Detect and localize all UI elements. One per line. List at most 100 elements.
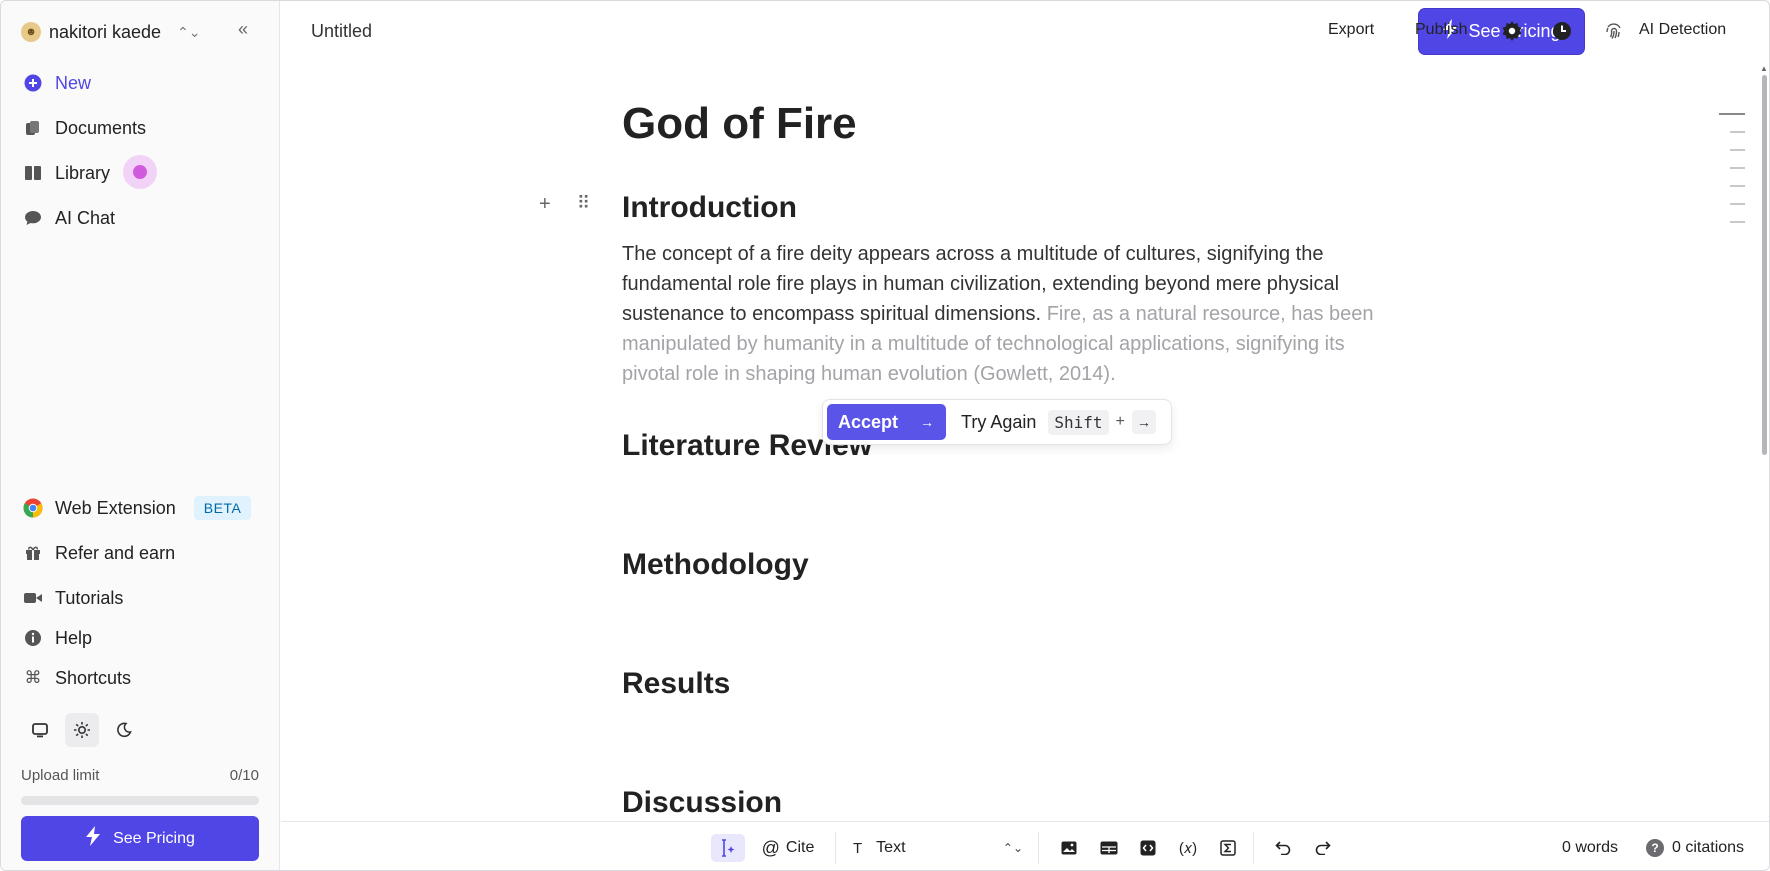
sidebar-item-label: Tutorials — [55, 587, 124, 608]
sidebar-item-label: Web Extension — [55, 497, 176, 518]
toolbar-divider — [1253, 832, 1254, 864]
user-name: nakitori kaede — [49, 21, 162, 42]
toc-marker[interactable] — [1730, 221, 1745, 223]
user-avatar: ☻ — [21, 22, 41, 42]
sidebar-item-tutorials[interactable]: Tutorials — [23, 584, 123, 612]
user-switcher[interactable]: ☻ nakitori kaede ⌃⌄ — [21, 19, 201, 45]
try-again-button[interactable]: Try Again — [961, 412, 1036, 433]
document-title-field[interactable]: Untitled — [311, 21, 372, 42]
image-icon[interactable] — [1055, 834, 1083, 862]
toc-marker[interactable] — [1730, 149, 1745, 151]
section-heading-discussion[interactable]: Discussion — [622, 786, 782, 820]
block-type-select[interactable]: T Text ⌃⌄ — [853, 834, 1023, 862]
document-heading[interactable]: God of Fire — [622, 99, 857, 149]
sidebar-item-ai-chat[interactable]: AI Chat — [23, 204, 115, 232]
sidebar-item-new[interactable]: New — [23, 69, 91, 97]
add-block-icon[interactable]: + — [539, 193, 551, 216]
monitor-icon[interactable] — [23, 713, 57, 747]
toc-marker[interactable] — [1730, 185, 1745, 187]
section-heading-results[interactable]: Results — [622, 667, 730, 701]
sidebar-item-refer[interactable]: Refer and earn — [23, 539, 175, 567]
key-combo-plus: + — [1115, 413, 1125, 430]
sidebar-item-label: AI Chat — [55, 207, 116, 228]
sidebar: ☻ nakitori kaede ⌃⌄ « New Documents Libr… — [1, 1, 280, 870]
toc-marker[interactable] — [1730, 131, 1745, 133]
book-icon — [23, 166, 43, 180]
sidebar-item-documents[interactable]: Documents — [23, 114, 146, 142]
scroll-up-arrow-icon[interactable]: ▲ — [1760, 64, 1768, 73]
cite-label: Cite — [785, 839, 815, 856]
section-heading-methodology[interactable]: Methodology — [622, 548, 809, 582]
gear-icon[interactable] — [1500, 19, 1524, 43]
sun-icon[interactable] — [65, 713, 99, 747]
see-pricing-label: See Pricing — [113, 829, 195, 847]
word-count: 0 words — [1562, 839, 1619, 856]
toolbar-divider — [1038, 832, 1039, 864]
at-sign-icon: @ — [761, 837, 780, 858]
toc-marker[interactable] — [1730, 203, 1745, 205]
history-clock-icon[interactable] — [1550, 19, 1574, 43]
accept-label: Accept — [838, 411, 899, 432]
top-bar: Untitled See Pricing Export Publish AI D… — [281, 1, 1769, 61]
question-icon: ? — [1646, 839, 1664, 857]
moon-icon[interactable] — [107, 713, 141, 747]
section-heading-introduction[interactable]: Introduction — [622, 191, 797, 225]
toc-marker[interactable] — [1730, 167, 1745, 169]
undo-icon[interactable] — [1269, 834, 1297, 862]
equation-icon[interactable] — [1214, 834, 1242, 862]
citations-counter[interactable]: ? 0 citations — [1646, 834, 1744, 862]
drag-handle-icon[interactable]: ⠿ — [577, 193, 590, 214]
arrow-right-key-icon: → — [1131, 410, 1156, 434]
citations-label: 0 citations — [1672, 839, 1745, 856]
sidebar-item-label: Library — [55, 162, 111, 183]
chevron-updown-icon: ⌃⌄ — [177, 23, 201, 40]
documents-icon — [23, 120, 43, 136]
cite-button[interactable]: @ Cite — [757, 834, 819, 862]
introduction-paragraph[interactable]: The concept of a fire deity appears acro… — [622, 239, 1407, 389]
shift-key-hint: Shift — [1048, 409, 1109, 435]
upload-limit-label: Upload limit — [21, 767, 100, 784]
collapse-sidebar-icon[interactable]: « — [238, 19, 248, 40]
sidebar-see-pricing-button[interactable]: See Pricing — [21, 816, 259, 861]
accept-button[interactable]: Accept → — [827, 404, 946, 440]
toc-marker[interactable] — [1719, 113, 1745, 115]
scrollbar-thumb[interactable] — [1762, 75, 1767, 455]
sidebar-item-label: Refer and earn — [55, 542, 176, 563]
command-key-icon: ⌘ — [24, 668, 42, 687]
suggestion-popup: Accept → Try Again Shift + → — [822, 399, 1172, 445]
sidebar-item-library[interactable]: Library — [23, 159, 110, 187]
export-button[interactable]: Export — [1328, 21, 1374, 39]
table-of-contents-minimap[interactable] — [1719, 113, 1745, 239]
plus-circle-icon — [23, 74, 43, 92]
sidebar-item-label: Documents — [55, 117, 147, 138]
publish-button[interactable]: Publish — [1415, 21, 1467, 39]
sidebar-item-label: Shortcuts — [55, 667, 132, 688]
upload-limit-count: 0/10 — [229, 767, 259, 784]
lightning-icon — [85, 826, 101, 851]
app-window: ☻ nakitori kaede ⌃⌄ « New Documents Libr… — [0, 0, 1770, 871]
sidebar-item-label: New — [55, 72, 92, 93]
redo-icon[interactable] — [1309, 834, 1337, 862]
sidebar-item-help[interactable]: Help — [23, 624, 92, 652]
tour-hotspot[interactable] — [123, 155, 157, 189]
chat-bubble-icon — [23, 210, 43, 226]
code-block-icon[interactable] — [1134, 834, 1162, 862]
ai-cursor-icon[interactable] — [711, 834, 745, 862]
beta-badge: BETA — [193, 496, 252, 520]
ai-detection-button[interactable]: AI Detection — [1639, 21, 1726, 39]
video-camera-icon — [23, 592, 43, 604]
sidebar-item-web-extension[interactable]: Web Extension BETA — [23, 494, 252, 522]
block-type-value: Text — [876, 839, 906, 856]
upload-progress-bar — [21, 796, 259, 805]
table-icon[interactable] — [1095, 834, 1123, 862]
theme-switcher — [23, 713, 141, 747]
variable-icon[interactable]: (𝑥) — [1173, 834, 1203, 862]
bottom-toolbar: @ Cite T Text ⌃⌄ (𝑥) 0 words ? 0 citatio… — [281, 821, 1769, 870]
sidebar-item-label: Help — [55, 627, 93, 648]
text-type-icon: T — [853, 839, 863, 857]
sidebar-item-shortcuts[interactable]: ⌘ Shortcuts — [23, 664, 132, 692]
fingerprint-icon[interactable] — [1602, 19, 1626, 43]
gift-icon — [23, 545, 43, 561]
arrow-right-icon: → — [920, 414, 935, 430]
chrome-icon — [23, 498, 43, 518]
